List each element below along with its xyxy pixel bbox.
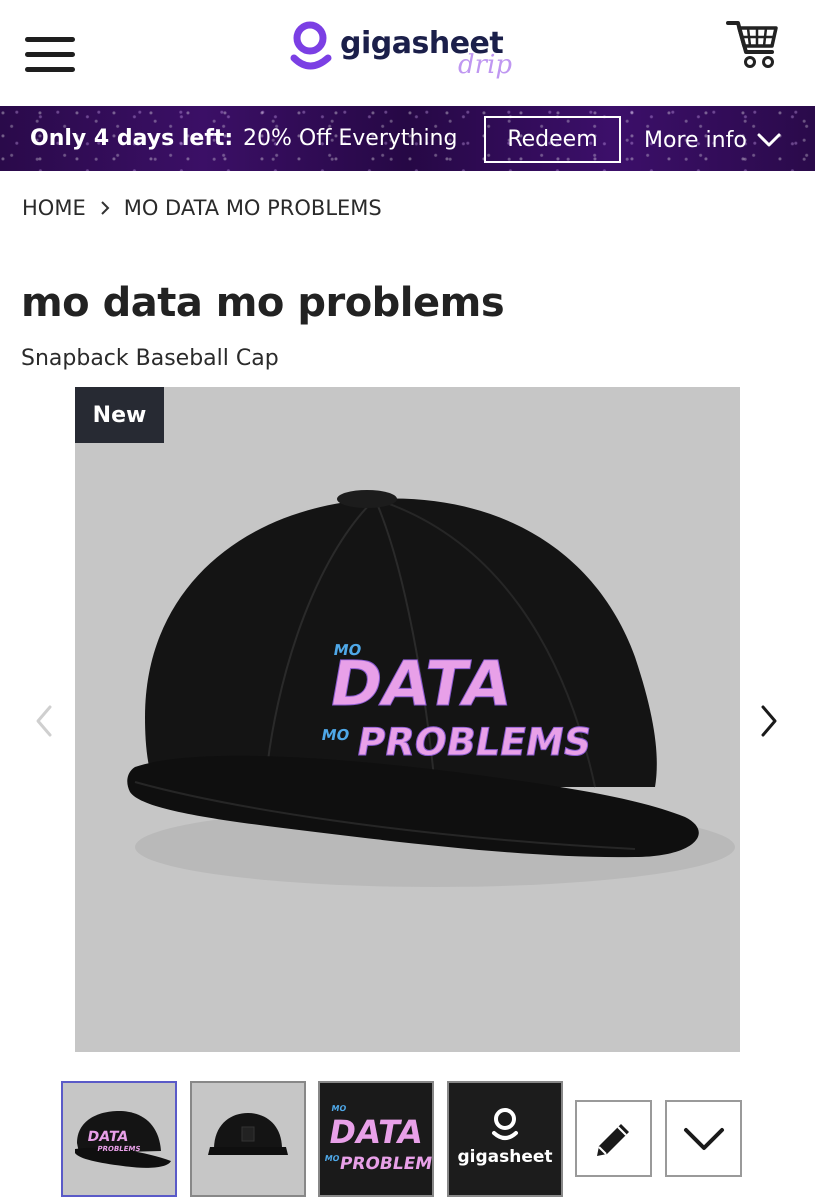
more-info-button[interactable]: More info [644, 126, 781, 154]
thumbnail-logo-label: gigasheet [457, 1147, 553, 1167]
cap-illustration: MO DATA MO PROBLEMS [127, 490, 735, 887]
svg-text:DATA: DATA [86, 1129, 130, 1145]
breadcrumb-home[interactable]: HOME [22, 196, 86, 220]
logo-sub-text: drip [458, 50, 513, 80]
chevron-down-icon [683, 1127, 724, 1150]
menu-icon[interactable] [25, 37, 77, 73]
cart-icon[interactable] [726, 18, 780, 70]
svg-text:MO: MO [331, 1104, 347, 1113]
promo-offer-text: 20% Off Everything [243, 126, 458, 151]
breadcrumb: HOME MO DATA MO PROBLEMS [22, 196, 382, 220]
svg-text:MO: MO [324, 1154, 340, 1163]
thumbnail-logo-closeup[interactable]: gigasheet [447, 1081, 563, 1197]
svg-text:DATA: DATA [324, 647, 517, 719]
breadcrumb-current[interactable]: MO DATA MO PROBLEMS [124, 196, 382, 220]
svg-text:PROBLEMS: PROBLEMS [353, 720, 595, 765]
site-header: gigasheet drip [0, 0, 815, 106]
logo-mark-icon [290, 21, 332, 70]
carousel-next-icon[interactable] [757, 703, 781, 739]
redeem-button[interactable]: Redeem [484, 116, 621, 163]
new-badge: New [75, 387, 164, 443]
svg-text:PROBLEMS: PROBLEMS [97, 1144, 142, 1153]
thumbnail-print-closeup[interactable]: MO DATA MO PROBLEMS [318, 1081, 434, 1197]
chevron-down-icon [757, 133, 781, 147]
promo-countdown: Only 4 days left: [30, 126, 234, 151]
thumbnail-cap-front[interactable]: DATA PROBLEMS [61, 1081, 177, 1197]
more-info-label: More info [644, 127, 747, 153]
product-image[interactable]: MO DATA MO PROBLEMS New [75, 387, 740, 1052]
pencil-icon [596, 1123, 629, 1156]
svg-text:PROBLEMS: PROBLEMS [338, 1154, 432, 1174]
thumbnail-cap-back[interactable] [190, 1081, 306, 1197]
svg-text:MO: MO [320, 726, 351, 744]
product-title: mo data mo problems [21, 280, 505, 326]
carousel-prev-icon[interactable] [32, 703, 56, 739]
site-logo[interactable]: gigasheet drip [290, 18, 530, 90]
customize-button[interactable] [575, 1100, 652, 1177]
svg-text:DATA: DATA [326, 1113, 426, 1151]
more-thumbnails-button[interactable] [665, 1100, 742, 1177]
product-subtitle: Snapback Baseball Cap [21, 346, 279, 371]
chevron-right-icon [101, 201, 110, 215]
